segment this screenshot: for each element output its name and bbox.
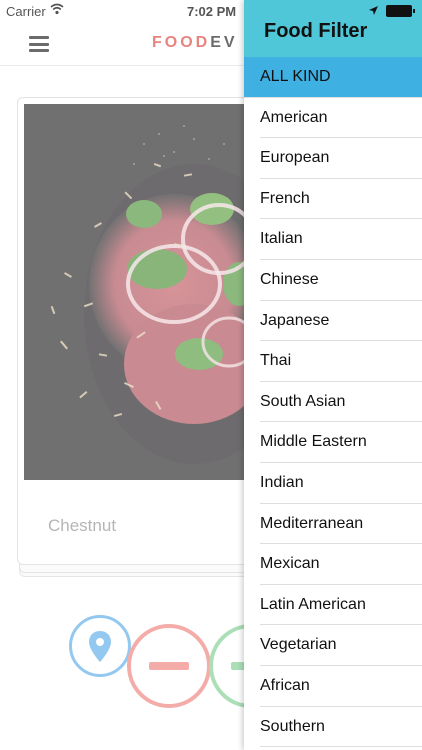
- location-arrow-icon: [369, 6, 378, 15]
- filter-item-french[interactable]: French: [244, 179, 422, 220]
- filter-item-japanese[interactable]: Japanese: [244, 301, 422, 342]
- food-filter-drawer: Food Filter ALL KIND American European F…: [244, 0, 422, 750]
- filter-item-latin-american[interactable]: Latin American: [244, 585, 422, 626]
- filter-item-vegetarian[interactable]: Vegetarian: [244, 625, 422, 666]
- filter-item-southern[interactable]: Southern: [244, 707, 422, 748]
- filter-item-middle-eastern[interactable]: Middle Eastern: [244, 422, 422, 463]
- filter-item-chinese[interactable]: Chinese: [244, 260, 422, 301]
- filter-item-south-asian[interactable]: South Asian: [244, 382, 422, 423]
- drawer-overlay[interactable]: [0, 0, 244, 750]
- filter-item-mexican[interactable]: Mexican: [244, 544, 422, 585]
- filter-item-thai[interactable]: Thai: [244, 341, 422, 382]
- battery-icon: [386, 5, 415, 17]
- drawer-title: Food Filter: [264, 20, 368, 42]
- filter-item-all-kind[interactable]: ALL KIND: [244, 57, 422, 98]
- filter-list: ALL KIND American European French Italia…: [244, 57, 422, 747]
- filter-item-african[interactable]: African: [244, 666, 422, 707]
- filter-item-indian[interactable]: Indian: [244, 463, 422, 504]
- filter-item-italian[interactable]: Italian: [244, 219, 422, 260]
- filter-item-american[interactable]: American: [244, 98, 422, 139]
- filter-item-mediterranean[interactable]: Mediterranean: [244, 504, 422, 545]
- drawer-header: Food Filter: [244, 0, 422, 57]
- filter-item-european[interactable]: European: [244, 138, 422, 179]
